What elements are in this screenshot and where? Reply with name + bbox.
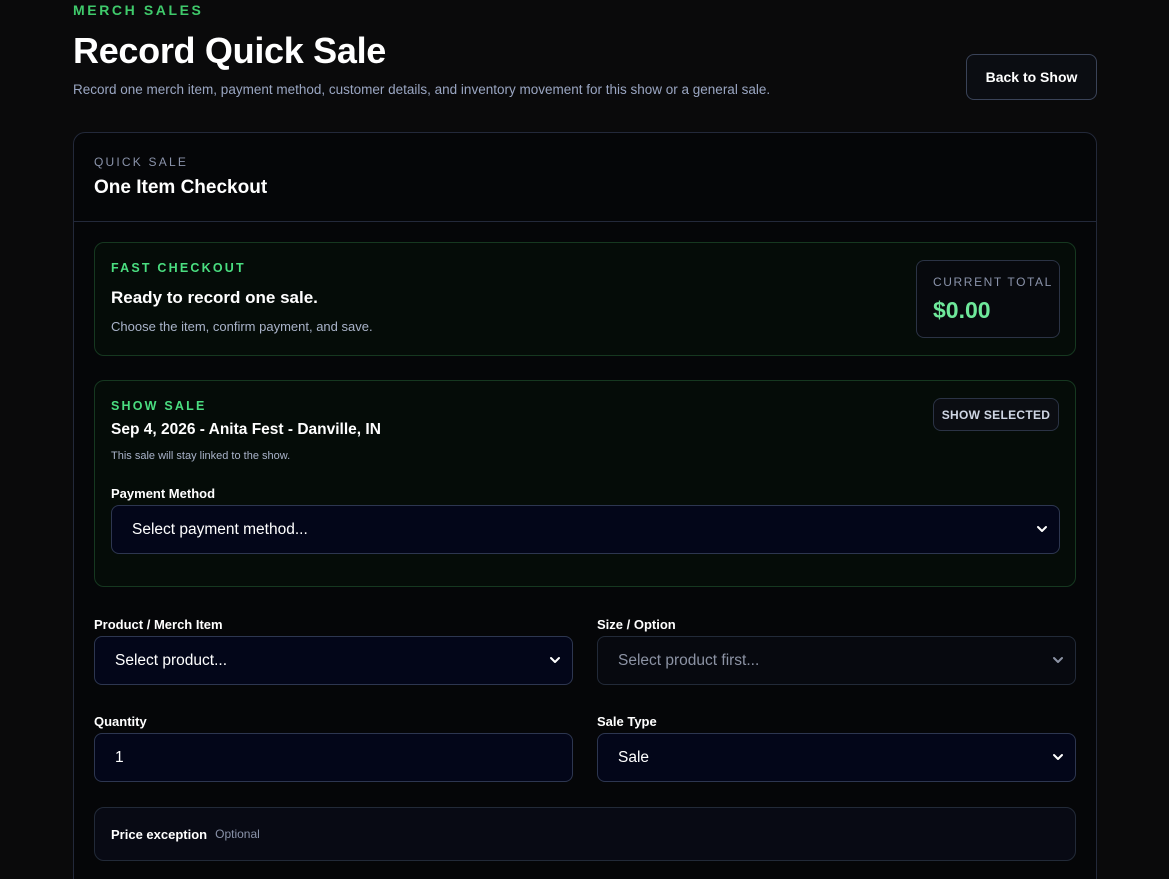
fast-checkout-title: Ready to record one sale. <box>111 288 318 307</box>
quick-sale-page: MERCH SALES Record Quick Sale Record one… <box>0 0 1169 879</box>
card-header: QUICK SALE One Item Checkout <box>74 133 1096 222</box>
sale-type-select[interactable]: Sale <box>597 733 1076 782</box>
show-sale-panel: SHOW SALE Sep 4, 2026 - Anita Fest - Dan… <box>94 380 1076 587</box>
chevron-down-icon <box>1051 750 1065 764</box>
current-total-value: $0.00 <box>933 297 991 323</box>
chevron-down-icon <box>1035 522 1049 536</box>
chevron-down-icon <box>1051 653 1065 667</box>
card-title: One Item Checkout <box>94 177 268 198</box>
product-label: Product / Merch Item <box>94 617 223 632</box>
current-total-box: CURRENT TOTAL $0.00 <box>916 260 1060 338</box>
payment-method-select[interactable]: Select payment method... <box>111 505 1060 554</box>
chevron-down-icon <box>548 653 562 667</box>
page-title: Record Quick Sale <box>73 30 387 71</box>
size-option-value: Select product first... <box>618 651 760 669</box>
quantity-input[interactable]: 1 <box>94 733 573 782</box>
show-selected-badge: SHOW SELECTED <box>933 398 1059 431</box>
show-sale-eyebrow: SHOW SALE <box>111 399 207 413</box>
back-to-show-button[interactable]: Back to Show <box>966 54 1097 100</box>
price-exception-label: Price exception <box>111 826 208 842</box>
current-total-label: CURRENT TOTAL <box>933 275 1053 289</box>
product-value: Select product... <box>115 651 228 669</box>
show-sale-note: This sale will stay linked to the show. <box>111 450 291 462</box>
show-sale-title: Sep 4, 2026 - Anita Fest - Danville, IN <box>111 421 381 438</box>
page-subtitle: Record one merch item, payment method, c… <box>73 82 771 97</box>
sale-type-value: Sale <box>618 748 650 766</box>
payment-method-label: Payment Method <box>111 486 216 501</box>
section-eyebrow: MERCH SALES <box>73 2 204 18</box>
fast-checkout-eyebrow: FAST CHECKOUT <box>111 261 246 275</box>
payment-method-value: Select payment method... <box>132 520 308 538</box>
card-eyebrow: QUICK SALE <box>94 155 189 169</box>
quick-sale-card: QUICK SALE One Item Checkout FAST CHECKO… <box>73 132 1097 879</box>
size-option-label: Size / Option <box>597 617 676 632</box>
quantity-label: Quantity <box>94 714 147 729</box>
optional-tag: Optional <box>215 827 260 841</box>
size-option-select: Select product first... <box>597 636 1076 685</box>
sale-type-label: Sale Type <box>597 714 657 729</box>
fast-checkout-panel: FAST CHECKOUT Ready to record one sale. … <box>94 242 1076 356</box>
product-select[interactable]: Select product... <box>94 636 573 685</box>
price-exception-toggle[interactable]: Price exception Optional <box>94 807 1076 861</box>
fast-checkout-description: Choose the item, confirm payment, and sa… <box>111 319 373 334</box>
quantity-value: 1 <box>115 748 124 766</box>
